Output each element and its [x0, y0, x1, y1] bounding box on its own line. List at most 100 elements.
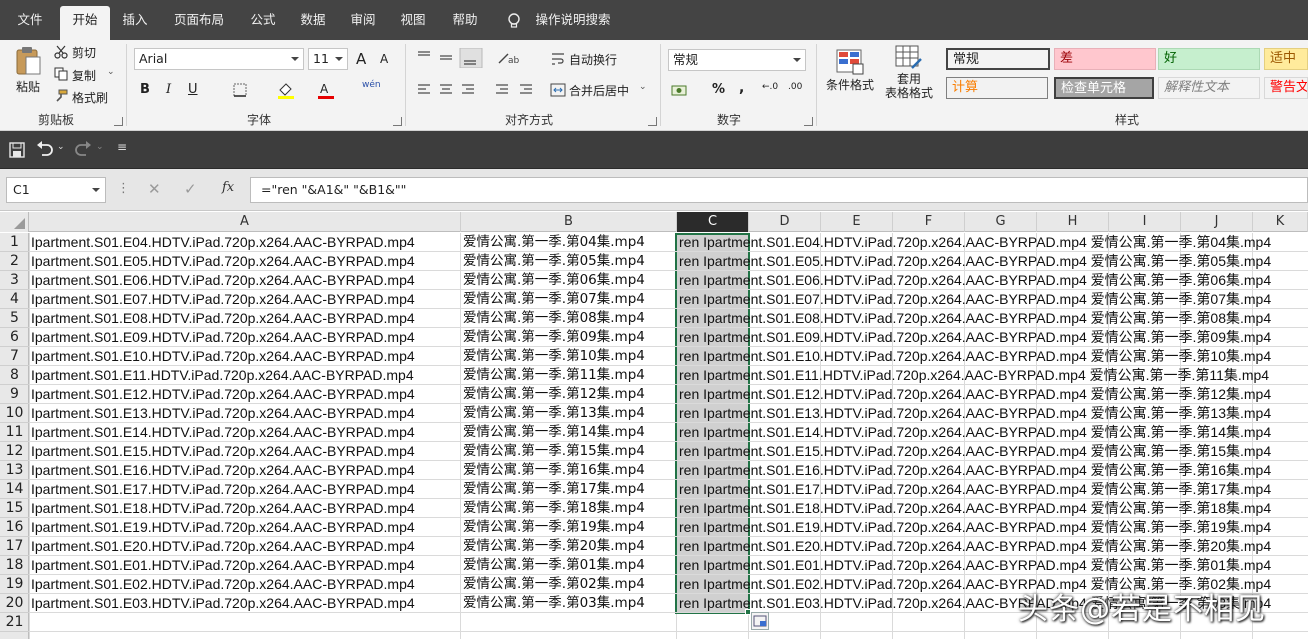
lightbulb-icon[interactable] — [506, 12, 522, 30]
style-calculation[interactable]: 计算 — [946, 77, 1048, 99]
comma-button[interactable]: , — [739, 80, 744, 96]
format-painter-button[interactable]: 格式刷 — [72, 89, 108, 106]
tell-me-search[interactable]: 操作说明搜索 — [528, 6, 618, 40]
row-header[interactable]: 5 — [0, 309, 29, 328]
cell-a[interactable]: Ipartment.S01.E14.HDTV.iPad.720p.x264.AA… — [29, 423, 415, 442]
cell-b[interactable]: 爱情公寓.第一季.第20集.mp4 — [461, 537, 645, 556]
cell-b[interactable]: 爱情公寓.第一季.第15集.mp4 — [461, 442, 645, 461]
style-bad[interactable]: 差 — [1054, 48, 1156, 70]
cancel-icon[interactable]: ✕ — [148, 180, 161, 198]
cell-c[interactable]: ren Ipartment.S01.E14.HDTV.iPad.720p.x26… — [677, 423, 1308, 442]
style-check-cell[interactable]: 检查单元格 — [1054, 77, 1154, 99]
cell-area[interactable]: Ipartment.S01.E04.HDTV.iPad.720p.x264.AA… — [29, 233, 1308, 639]
cell-c[interactable]: ren Ipartment.S01.E17.HDTV.iPad.720p.x26… — [677, 480, 1308, 499]
cell-b[interactable]: 爱情公寓.第一季.第01集.mp4 — [461, 556, 645, 575]
tab-file[interactable]: 文件 — [4, 6, 56, 40]
cell-a[interactable]: Ipartment.S01.E07.HDTV.iPad.720p.x264.AA… — [29, 290, 415, 309]
cell-a[interactable]: Ipartment.S01.E04.HDTV.iPad.720p.x264.AA… — [29, 233, 415, 252]
cell-b[interactable] — [461, 613, 463, 632]
column-header-b[interactable]: B — [461, 212, 677, 232]
percent-button[interactable]: % — [712, 82, 725, 97]
cell-b[interactable]: 爱情公寓.第一季.第09集.mp4 — [461, 328, 645, 347]
style-warning[interactable]: 警告文 — [1264, 77, 1308, 99]
cell-a[interactable]: Ipartment.S01.E15.HDTV.iPad.720p.x264.AA… — [29, 442, 415, 461]
border-icon[interactable] — [232, 82, 248, 98]
phonetic-button[interactable]: wén — [362, 80, 381, 90]
row-header[interactable]: 20 — [0, 594, 29, 613]
undo-dropdown-chevron-icon[interactable]: ⌄ — [57, 142, 65, 152]
column-header-j[interactable]: J — [1181, 212, 1253, 232]
cell-a[interactable]: Ipartment.S01.E13.HDTV.iPad.720p.x264.AA… — [29, 404, 415, 423]
cell-a[interactable]: Ipartment.S01.E12.HDTV.iPad.720p.x264.AA… — [29, 385, 415, 404]
cell-b[interactable]: 爱情公寓.第一季.第07集.mp4 — [461, 290, 645, 309]
row-header[interactable]: 19 — [0, 575, 29, 594]
cell-a[interactable]: Ipartment.S01.E19.HDTV.iPad.720p.x264.AA… — [29, 518, 415, 537]
row-header[interactable]: 1 — [0, 233, 29, 252]
formula-input[interactable]: ="ren "&A1&" "&B1&"" — [250, 177, 1308, 203]
select-all-button[interactable] — [0, 212, 29, 232]
vertical-align-icons[interactable] — [416, 48, 496, 68]
cell-c[interactable]: ren Ipartment.S01.E08.HDTV.iPad.720p.x26… — [677, 309, 1308, 328]
cell-b[interactable]: 爱情公寓.第一季.第06集.mp4 — [461, 271, 645, 290]
number-launcher-icon[interactable] — [804, 117, 813, 126]
row-header[interactable]: 21 — [0, 613, 29, 632]
merge-center-button[interactable]: 合并后居中 — [569, 82, 629, 99]
redo-icon[interactable] — [74, 141, 92, 157]
row-header[interactable]: 10 — [0, 404, 29, 423]
cell-b[interactable]: 爱情公寓.第一季.第19集.mp4 — [461, 518, 645, 537]
column-header-e[interactable]: E — [821, 212, 893, 232]
font-color-icon[interactable]: A — [316, 80, 336, 100]
row-header[interactable]: 12 — [0, 442, 29, 461]
tab-view[interactable]: 视图 — [390, 6, 436, 40]
cell-c[interactable]: ren Ipartment.S01.E06.HDTV.iPad.720p.x26… — [677, 271, 1308, 290]
cell-c[interactable]: ren Ipartment.S01.E09.HDTV.iPad.720p.x26… — [677, 328, 1308, 347]
italic-button[interactable]: I — [166, 82, 171, 97]
font-launcher-icon[interactable] — [393, 117, 402, 126]
cell-b[interactable]: 爱情公寓.第一季.第17集.mp4 — [461, 480, 645, 499]
cell-a[interactable]: Ipartment.S01.E18.HDTV.iPad.720p.x264.AA… — [29, 499, 415, 518]
customize-qat-icon[interactable]: ≡ — [117, 140, 127, 154]
increase-decimal-button[interactable]: ←.0 — [762, 82, 778, 92]
format-as-table-button[interactable]: 套用 表格格式 — [878, 44, 940, 112]
row-header[interactable]: 11 — [0, 423, 29, 442]
cell-c[interactable]: ren Ipartment.S01.E10.HDTV.iPad.720p.x26… — [677, 347, 1308, 366]
style-explanatory[interactable]: 解释性文本 — [1158, 77, 1260, 99]
cell-a[interactable]: Ipartment.S01.E11.HDTV.iPad.720p.x264.AA… — [29, 366, 414, 385]
tab-data[interactable]: 数据 — [290, 6, 336, 40]
wrap-text-button[interactable]: 自动换行 — [569, 51, 617, 68]
row-header[interactable]: 7 — [0, 347, 29, 366]
cell-a[interactable]: Ipartment.S01.E02.HDTV.iPad.720p.x264.AA… — [29, 575, 415, 594]
copy-dropdown-chevron-icon[interactable]: ⌄ — [107, 67, 115, 77]
cell-b[interactable]: 爱情公寓.第一季.第10集.mp4 — [461, 347, 645, 366]
confirm-check-icon[interactable]: ✓ — [184, 180, 197, 198]
column-header-h[interactable]: H — [1037, 212, 1109, 232]
row-header[interactable]: 14 — [0, 480, 29, 499]
row-header[interactable]: 2 — [0, 252, 29, 271]
save-icon[interactable] — [9, 142, 25, 158]
cell-c[interactable]: ren Ipartment.S01.E01.HDTV.iPad.720p.x26… — [677, 556, 1308, 575]
font-size-select[interactable]: 11 — [308, 48, 348, 70]
column-header-a[interactable]: A — [29, 212, 461, 232]
row-header[interactable]: 4 — [0, 290, 29, 309]
row-header[interactable]: 17 — [0, 537, 29, 556]
cut-button[interactable]: 剪切 — [72, 44, 96, 61]
column-header-i[interactable]: I — [1109, 212, 1181, 232]
cell-a[interactable]: Ipartment.S01.E08.HDTV.iPad.720p.x264.AA… — [29, 309, 415, 328]
row-header[interactable]: 6 — [0, 328, 29, 347]
cell-a[interactable]: Ipartment.S01.E05.HDTV.iPad.720p.x264.AA… — [29, 252, 415, 271]
more-options-icon[interactable]: ⋮ — [117, 181, 130, 196]
fill-color-icon[interactable] — [276, 80, 296, 100]
cell-b[interactable]: 爱情公寓.第一季.第13集.mp4 — [461, 404, 645, 423]
insert-function-button[interactable]: fx — [222, 180, 234, 195]
row-header[interactable]: 13 — [0, 461, 29, 480]
cell-c[interactable]: ren Ipartment.S01.E13.HDTV.iPad.720p.x26… — [677, 404, 1308, 423]
column-header-g[interactable]: G — [965, 212, 1037, 232]
style-good[interactable]: 好 — [1158, 48, 1260, 70]
row-header[interactable]: 3 — [0, 271, 29, 290]
cell-a[interactable]: Ipartment.S01.E10.HDTV.iPad.720p.x264.AA… — [29, 347, 415, 366]
name-box[interactable]: C1 — [6, 177, 106, 203]
tab-review[interactable]: 审阅 — [340, 6, 386, 40]
row-header[interactable]: 16 — [0, 518, 29, 537]
cell-b[interactable]: 爱情公寓.第一季.第05集.mp4 — [461, 252, 645, 271]
column-header-c[interactable]: C — [677, 212, 749, 232]
